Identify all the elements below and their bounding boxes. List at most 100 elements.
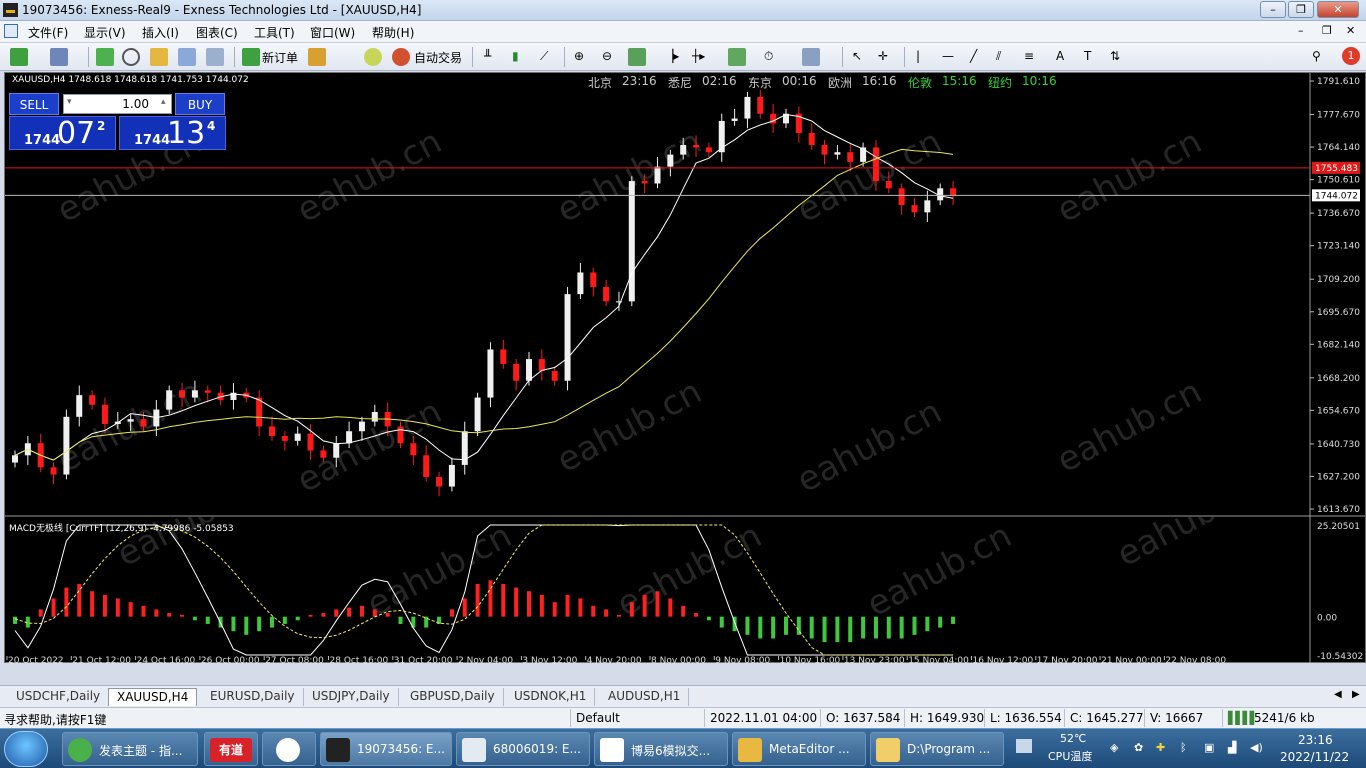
- network-icon[interactable]: ▟: [1228, 741, 1236, 754]
- taskbar-item-metaeditor[interactable]: MetaEditor ...: [732, 732, 866, 766]
- macd-histogram-bar: [270, 616, 274, 628]
- taskbar-clock-date[interactable]: 2022/11/22: [1280, 750, 1349, 764]
- close-button[interactable]: ✕: [1317, 1, 1359, 18]
- mdi-minimize-button[interactable]: –: [1298, 24, 1304, 37]
- tab-eurusd[interactable]: EURUSD,Daily: [202, 688, 304, 706]
- tabs-scroll-left-icon[interactable]: ◀: [1334, 689, 1342, 700]
- menu-view[interactable]: 显示(V): [84, 24, 126, 41]
- tray-security-icon[interactable]: ✚: [1156, 741, 1165, 754]
- trendline-icon[interactable]: ╱: [970, 49, 977, 63]
- menu-file[interactable]: 文件(F): [28, 24, 68, 41]
- auto-trading-button[interactable]: 自动交易: [414, 49, 462, 66]
- taskbar-item-mt4-real[interactable]: 19073456: E...: [320, 732, 452, 766]
- bar-chart-icon[interactable]: ╨: [484, 49, 491, 63]
- taskbar-clock-time[interactable]: 23:16: [1298, 733, 1333, 747]
- text-label-icon[interactable]: T: [1084, 49, 1091, 63]
- start-button[interactable]: [4, 731, 48, 767]
- metaeditor-icon[interactable]: [308, 48, 326, 66]
- vertical-line-icon[interactable]: |: [916, 49, 920, 63]
- lot-size-input[interactable]: 1.00: [63, 94, 172, 114]
- tile-windows-icon[interactable]: [628, 48, 646, 66]
- candle-body: [950, 188, 957, 196]
- exness-icon: [326, 738, 350, 762]
- mdi-restore-button[interactable]: ❐: [1322, 24, 1332, 37]
- macd-indicator-label: MACD无极线 [CurrTF] (12,26,9) -4.79986 -5.0…: [9, 524, 234, 534]
- chart-shift-icon[interactable]: ▕▸: [664, 49, 679, 63]
- navigator-icon[interactable]: [150, 48, 168, 66]
- profiles-icon[interactable]: [50, 48, 68, 66]
- status-profile[interactable]: Default: [576, 711, 620, 725]
- tab-usdjpy[interactable]: USDJPY,Daily: [304, 688, 399, 706]
- cursor-icon[interactable]: ↖: [852, 49, 862, 63]
- notification-badge[interactable]: 1: [1342, 47, 1360, 65]
- horizontal-line-icon[interactable]: —: [942, 49, 954, 63]
- tray-network-app-icon[interactable]: ✿: [1134, 741, 1143, 754]
- macd-histogram-bar: [372, 609, 377, 617]
- taskbar-item-browser[interactable]: 发表主题 - 指...: [62, 732, 198, 766]
- indicators-icon[interactable]: [728, 48, 746, 66]
- tabs-scroll-right-icon[interactable]: ▶: [1352, 689, 1360, 700]
- taskbar-item-explorer[interactable]: D:\Program ...: [870, 732, 1004, 766]
- tab-audusd[interactable]: AUDUSD,H1: [600, 688, 690, 706]
- line-chart-icon[interactable]: ⟋: [540, 49, 548, 64]
- menu-charts[interactable]: 图表(C): [196, 24, 238, 41]
- arrows-icon[interactable]: ⇅: [1110, 49, 1120, 63]
- menu-tools[interactable]: 工具(T): [254, 24, 295, 41]
- maximize-button[interactable]: ❐: [1288, 1, 1314, 18]
- autoscroll-icon[interactable]: ┼▸: [692, 49, 705, 63]
- taskbar-item-youdao[interactable]: 有道: [204, 732, 258, 766]
- sell-button[interactable]: SELL: [9, 93, 59, 115]
- macd-histogram-bar: [642, 594, 647, 617]
- text-icon[interactable]: A: [1056, 49, 1064, 63]
- menu-help[interactable]: 帮助(H): [372, 24, 414, 41]
- mdi-close-button[interactable]: ✕: [1346, 24, 1355, 37]
- buy-button[interactable]: BUY: [175, 93, 225, 115]
- data-window-icon[interactable]: [122, 48, 140, 66]
- minimize-button[interactable]: –: [1260, 1, 1286, 18]
- bluetooth-icon[interactable]: ᛒ: [1180, 741, 1187, 754]
- templates-icon[interactable]: [802, 48, 820, 66]
- new-order-button[interactable]: 新订单: [262, 49, 298, 66]
- taskbar-item-mt4-demo[interactable]: 68006019: E...: [456, 732, 590, 766]
- candle-body: [397, 426, 404, 444]
- periods-icon[interactable]: ⏱: [764, 49, 773, 64]
- candle-body: [487, 349, 494, 398]
- chart-window[interactable]: eahub.cn eahub.cn eahub.cn eahub.cn eahub.cn…: [4, 72, 1366, 663]
- chart-window-icon[interactable]: [4, 24, 18, 38]
- keyboard-icon[interactable]: [1016, 739, 1032, 753]
- taskbar: 发表主题 - 指... 有道 19073456: E... 68006019: …: [0, 728, 1366, 768]
- candle-body: [63, 416, 70, 475]
- lot-decrease-icon[interactable]: ▾: [67, 97, 72, 107]
- zoom-in-icon[interactable]: ⊕: [574, 49, 584, 63]
- signals-icon[interactable]: [364, 48, 382, 66]
- title-bar: 19073456: Exness-Real9 - Exness Technolo…: [0, 0, 1366, 21]
- menu-window[interactable]: 窗口(W): [310, 24, 355, 41]
- tab-gbpusd[interactable]: GBPUSD,Daily: [402, 688, 504, 706]
- tab-xauusd[interactable]: XAUUSD,H4: [108, 688, 198, 706]
- macd-histogram-bar: [578, 598, 583, 617]
- menu-insert[interactable]: 插入(I): [142, 24, 179, 41]
- tab-usdchf[interactable]: USDCHF,Daily: [8, 688, 110, 706]
- tray-app-icon[interactable]: ◈: [1110, 741, 1118, 754]
- tab-usdnok[interactable]: USDNOK,H1: [506, 688, 596, 706]
- equidistant-channel-icon[interactable]: ⫽: [996, 49, 1001, 64]
- macd-histogram-bar: [128, 602, 133, 617]
- sell-price[interactable]: 1744 07 2: [9, 116, 116, 151]
- zoom-out-icon[interactable]: ⊖: [602, 49, 612, 63]
- market-watch-icon[interactable]: [96, 48, 114, 66]
- volume-icon[interactable]: ◀): [1250, 741, 1263, 754]
- search-icon[interactable]: ⚲: [1312, 49, 1321, 63]
- crosshair-icon[interactable]: ✛: [878, 49, 888, 63]
- terminal-icon[interactable]: [178, 48, 196, 66]
- strategy-tester-icon[interactable]: [206, 48, 224, 66]
- candle-body: [346, 431, 353, 444]
- lot-increase-icon[interactable]: ▴: [161, 97, 166, 107]
- tray-device-icon[interactable]: ▣: [1204, 741, 1214, 754]
- fibonacci-icon[interactable]: ≡: [1024, 49, 1034, 63]
- macd-chart[interactable]: eahub.cn eahub.cn eahub.cneahub.cn eahub.cn…: [5, 517, 1365, 663]
- taskbar-item-boyi[interactable]: 博易6模拟交...: [594, 732, 728, 766]
- taskbar-item-cloud[interactable]: [262, 732, 316, 766]
- new-chart-icon[interactable]: [10, 48, 28, 66]
- candlestick-chart-icon[interactable]: ▮: [512, 49, 519, 63]
- buy-price[interactable]: 1744 13 4: [119, 116, 226, 151]
